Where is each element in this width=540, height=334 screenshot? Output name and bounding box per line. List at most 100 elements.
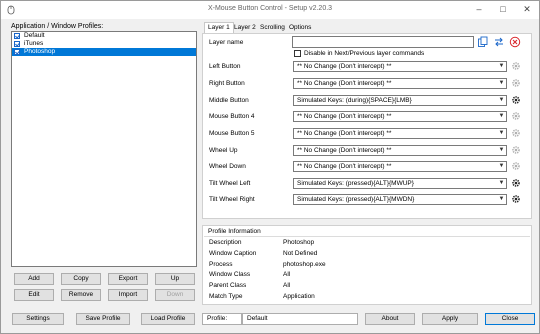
info-value-window-class: All — [283, 271, 291, 278]
gear-icon[interactable] — [511, 178, 521, 188]
copy-layer-icon[interactable] — [477, 36, 489, 48]
up-button[interactable]: Up — [155, 273, 195, 285]
divider — [204, 236, 530, 237]
gear-icon[interactable] — [511, 61, 521, 71]
select-value: Simulated Keys: (pressed){ALT}{MWUP} — [297, 180, 414, 187]
chevron-down-icon[interactable]: ▼ — [497, 62, 506, 71]
profile-item-label: Photoshop — [24, 48, 56, 55]
save-profile-button[interactable]: Save Profile — [76, 313, 130, 325]
app-window: X-Mouse Button Control - Setup v2.20.3 –… — [0, 0, 540, 334]
info-value-match-type: Application — [283, 293, 315, 300]
tilt-wheel-left-select[interactable]: Simulated Keys: (pressed){ALT}{MWUP} ▼ — [293, 178, 507, 189]
mapping-label-left-button: Left Button — [209, 63, 241, 70]
tab-scrolling[interactable]: Scrolling — [260, 23, 285, 33]
minimize-icon[interactable]: – — [467, 1, 491, 19]
chevron-down-icon[interactable]: ▼ — [497, 179, 506, 188]
info-value-parent-class: All — [283, 282, 291, 289]
mapping-label-tilt-wheel-left: Tilt Wheel Left — [209, 180, 251, 187]
left-button-select[interactable]: ** No Change (Don't intercept) ** ▼ — [293, 61, 507, 72]
import-button[interactable]: Import — [108, 289, 148, 301]
info-value-process: photoshop.exe — [283, 261, 326, 268]
select-value: Simulated Keys: (pressed){ALT}{MWDN} — [297, 196, 415, 203]
chevron-down-icon[interactable]: ▼ — [497, 146, 506, 155]
gear-icon[interactable] — [511, 161, 521, 171]
profile-item-itunes[interactable]: iTunes — [12, 40, 196, 48]
gear-icon[interactable] — [511, 194, 521, 204]
select-value: Simulated Keys: (during){SPACE}{LMB} — [297, 97, 412, 104]
maximize-icon[interactable]: □ — [491, 1, 515, 19]
checkbox-icon[interactable] — [14, 49, 20, 55]
profile-item-label: iTunes — [24, 40, 44, 47]
mapping-label-tilt-wheel-right: Tilt Wheel Right — [209, 196, 255, 203]
info-value-window-caption: Not Defined — [283, 250, 318, 257]
profile-item-default[interactable]: Default — [12, 32, 196, 40]
profile-item-photoshop[interactable]: Photoshop — [12, 48, 196, 56]
chevron-down-icon[interactable]: ▼ — [497, 162, 506, 171]
disable-layer-label: Disable in Next/Previous layer commands — [304, 50, 425, 57]
info-key-process: Process — [209, 261, 233, 268]
down-button[interactable]: Down — [155, 289, 195, 301]
about-button[interactable]: About — [365, 313, 415, 325]
chevron-down-icon[interactable]: ▼ — [497, 112, 506, 121]
settings-button[interactable]: Settings — [12, 313, 64, 325]
select-value: ** No Change (Don't intercept) ** — [297, 147, 392, 154]
edit-button[interactable]: Edit — [14, 289, 54, 301]
title-bar: X-Mouse Button Control - Setup v2.20.3 –… — [1, 1, 539, 19]
select-value: ** No Change (Don't intercept) ** — [297, 80, 392, 87]
apply-button[interactable]: Apply — [422, 313, 478, 325]
checkbox-icon[interactable] — [14, 41, 20, 47]
tab-layer-2[interactable]: Layer 2 — [234, 23, 256, 33]
select-value: ** No Change (Don't intercept) ** — [297, 130, 392, 137]
tab-options[interactable]: Options — [289, 23, 311, 33]
profiles-label: Application / Window Profiles: — [11, 23, 104, 30]
gear-icon[interactable] — [511, 78, 521, 88]
load-profile-button[interactable]: Load Profile — [141, 313, 195, 325]
chevron-down-icon[interactable]: ▼ — [497, 79, 506, 88]
close-icon[interactable]: ✕ — [515, 1, 539, 19]
wheel-up-select[interactable]: ** No Change (Don't intercept) ** ▼ — [293, 145, 507, 156]
chevron-down-icon[interactable]: ▼ — [497, 129, 506, 138]
select-value: ** No Change (Don't intercept) ** — [297, 163, 392, 170]
window-title: X-Mouse Button Control - Setup v2.20.3 — [207, 5, 333, 12]
gear-icon[interactable] — [511, 145, 521, 155]
layer-name-label: Layer name — [209, 39, 244, 46]
chevron-down-icon[interactable]: ▼ — [497, 96, 506, 105]
right-button-select[interactable]: ** No Change (Don't intercept) ** ▼ — [293, 78, 507, 89]
info-key-window-caption: Window Caption — [209, 250, 257, 257]
info-key-parent-class: Parent Class — [209, 282, 247, 289]
checkbox-icon[interactable] — [14, 33, 20, 39]
export-button[interactable]: Export — [108, 273, 148, 285]
copy-button[interactable]: Copy — [61, 273, 101, 285]
close-button[interactable]: Close — [485, 313, 535, 325]
swap-layers-icon[interactable] — [493, 36, 505, 48]
select-value: ** No Change (Don't intercept) ** — [297, 113, 392, 120]
mapping-label-wheel-up: Wheel Up — [209, 147, 238, 154]
disable-layer-checkbox[interactable] — [294, 50, 301, 57]
profile-item-label: Default — [24, 32, 45, 39]
remove-button[interactable]: Remove — [61, 289, 101, 301]
mapping-label-middle-button: Middle Button — [209, 97, 249, 104]
info-key-match-type: Match Type — [209, 293, 243, 300]
profile-status-label: Profile: — [202, 313, 242, 325]
mapping-label-mouse-button-5: Mouse Button 5 — [209, 130, 255, 137]
gear-icon[interactable] — [511, 111, 521, 121]
clear-layer-icon[interactable] — [509, 36, 521, 48]
gear-icon[interactable] — [511, 95, 521, 105]
mouse-button-4-select[interactable]: ** No Change (Don't intercept) ** ▼ — [293, 111, 507, 122]
layer-name-input[interactable] — [292, 36, 474, 48]
tab-layer-1[interactable]: Layer 1 — [204, 22, 234, 33]
gear-icon[interactable] — [511, 128, 521, 138]
chevron-down-icon[interactable]: ▼ — [497, 195, 506, 204]
profile-info-title: Profile Information — [208, 228, 261, 235]
middle-button-select[interactable]: Simulated Keys: (during){SPACE}{LMB} ▼ — [293, 95, 507, 106]
add-button[interactable]: Add — [14, 273, 54, 285]
info-key-description: Description — [209, 239, 242, 246]
profiles-list[interactable]: Default iTunes Photoshop — [11, 31, 197, 267]
info-value-description: Photoshop — [283, 239, 315, 246]
tilt-wheel-right-select[interactable]: Simulated Keys: (pressed){ALT}{MWDN} ▼ — [293, 194, 507, 205]
mapping-label-right-button: Right Button — [209, 80, 245, 87]
mapping-label-wheel-down: Wheel Down — [209, 163, 246, 170]
wheel-down-select[interactable]: ** No Change (Don't intercept) ** ▼ — [293, 161, 507, 172]
mouse-button-5-select[interactable]: ** No Change (Don't intercept) ** ▼ — [293, 128, 507, 139]
profile-status-value: Default — [242, 313, 358, 325]
